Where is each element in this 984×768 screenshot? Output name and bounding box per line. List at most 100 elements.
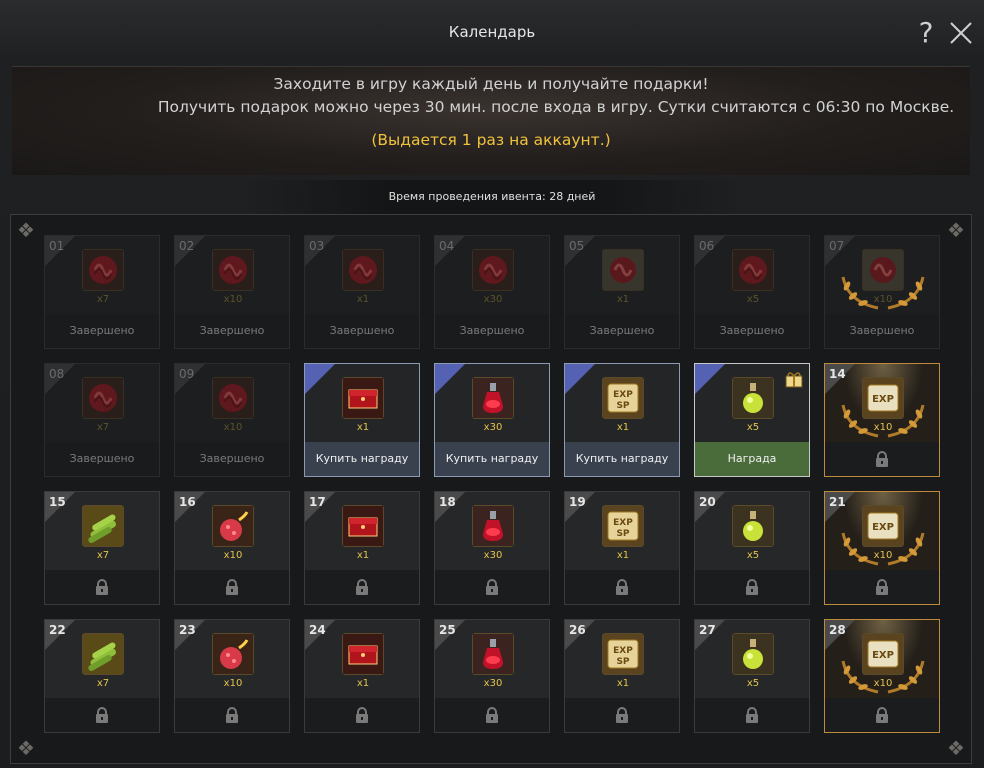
corner-marker bbox=[435, 364, 465, 394]
day-cell: 14 EXP x10 bbox=[824, 363, 940, 477]
buy-reward-button[interactable]: Купить награду bbox=[435, 442, 549, 476]
svg-text:SP: SP bbox=[616, 401, 629, 411]
exp-scroll-icon: EXP bbox=[862, 505, 904, 547]
item-quantity: x1 bbox=[356, 678, 370, 689]
corner-marker bbox=[695, 364, 725, 394]
red-fruit-icon bbox=[212, 505, 254, 547]
day-cell[interactable]: x1 Купить награду bbox=[304, 363, 420, 477]
status-completed: Завершено bbox=[45, 314, 159, 348]
locked-footer bbox=[825, 570, 939, 604]
close-button[interactable] bbox=[946, 18, 976, 48]
day-cell[interactable]: EXP SP x1 Купить награду bbox=[564, 363, 680, 477]
yellow-potion-icon bbox=[732, 505, 774, 547]
red-chest-icon bbox=[342, 505, 384, 547]
status-completed: Завершено bbox=[435, 314, 549, 348]
red-swirl-icon bbox=[472, 249, 514, 291]
item-quantity: x30 bbox=[483, 550, 503, 561]
day-cell: 03 x1 Завершено bbox=[304, 235, 420, 349]
day-cell[interactable]: x30 Купить награду bbox=[434, 363, 550, 477]
day-number: 01 bbox=[49, 239, 65, 253]
day-number: 24 bbox=[309, 623, 326, 637]
gift-icon bbox=[785, 372, 803, 388]
bamboo-icon bbox=[82, 633, 124, 675]
day-cell: 05 x1 Завершено bbox=[564, 235, 680, 349]
item-quantity: x5 bbox=[746, 550, 760, 561]
lock-icon bbox=[745, 707, 759, 723]
exp-sp-scroll-icon: EXP SP bbox=[602, 377, 644, 419]
svg-text:EXP: EXP bbox=[872, 522, 894, 533]
bamboo-icon bbox=[82, 505, 124, 547]
day-number: 06 bbox=[699, 239, 715, 253]
item-quantity: x1 bbox=[616, 294, 630, 305]
day-cell: 21 EXP x10 bbox=[824, 491, 940, 605]
window-title: Календарь bbox=[448, 23, 536, 41]
locked-footer bbox=[305, 570, 419, 604]
day-number: 02 bbox=[179, 239, 195, 253]
day-cell: 26 EXP SP x1 bbox=[564, 619, 680, 733]
lock-icon bbox=[875, 579, 889, 595]
day-cell: 22 x7 bbox=[44, 619, 160, 733]
status-completed: Завершено bbox=[175, 314, 289, 348]
exp-sp-scroll-icon: EXP SP bbox=[602, 505, 644, 547]
red-swirl-stone-icon bbox=[862, 249, 904, 291]
svg-text:SP: SP bbox=[616, 657, 629, 667]
item-quantity: x10 bbox=[873, 550, 893, 561]
day-number: 27 bbox=[699, 623, 716, 637]
red-chest-icon bbox=[342, 377, 384, 419]
day-number: 08 bbox=[49, 367, 65, 381]
day-number: 21 bbox=[829, 495, 846, 509]
day-number: 15 bbox=[49, 495, 66, 509]
red-swirl-icon bbox=[342, 249, 384, 291]
locked-footer bbox=[175, 698, 289, 732]
item-quantity: x7 bbox=[96, 422, 110, 433]
event-duration: Время проведения ивента: 28 дней bbox=[0, 180, 984, 214]
locked-footer bbox=[695, 698, 809, 732]
locked-footer bbox=[565, 698, 679, 732]
item-quantity: x10 bbox=[873, 294, 893, 305]
red-swirl-icon bbox=[212, 249, 254, 291]
item-quantity: x5 bbox=[746, 422, 760, 433]
day-number: 03 bbox=[309, 239, 325, 253]
day-number: 07 bbox=[829, 239, 845, 253]
red-potion-icon bbox=[472, 505, 514, 547]
lock-icon bbox=[875, 451, 889, 467]
exp-scroll-icon: EXP bbox=[862, 633, 904, 675]
lock-icon bbox=[225, 707, 239, 723]
locked-footer bbox=[305, 698, 419, 732]
lock-icon bbox=[745, 579, 759, 595]
item-quantity: x10 bbox=[223, 550, 243, 561]
item-quantity: x10 bbox=[873, 422, 893, 433]
svg-text:EXP: EXP bbox=[872, 650, 894, 661]
buy-reward-button[interactable]: Купить награду bbox=[305, 442, 419, 476]
svg-text:SP: SP bbox=[616, 529, 629, 539]
locked-footer bbox=[45, 698, 159, 732]
day-cell: 27 x5 bbox=[694, 619, 810, 733]
day-cell[interactable]: x5 Награда bbox=[694, 363, 810, 477]
locked-footer bbox=[825, 698, 939, 732]
claim-reward-button[interactable]: Награда bbox=[695, 442, 809, 476]
svg-text:EXP: EXP bbox=[613, 518, 633, 528]
locked-footer bbox=[435, 570, 549, 604]
banner-note: (Выдается 1 раз на аккаунт.) bbox=[371, 131, 611, 149]
locked-footer bbox=[45, 570, 159, 604]
locked-footer bbox=[825, 442, 939, 476]
lock-icon bbox=[615, 707, 629, 723]
red-potion-icon bbox=[472, 377, 514, 419]
buy-reward-button[interactable]: Купить награду bbox=[565, 442, 679, 476]
close-icon bbox=[950, 22, 972, 44]
item-quantity: x10 bbox=[873, 678, 893, 689]
item-quantity: x30 bbox=[483, 678, 503, 689]
lock-icon bbox=[875, 707, 889, 723]
day-number: 04 bbox=[439, 239, 455, 253]
exp-scroll-icon: EXP bbox=[862, 377, 904, 419]
day-cell: 19 EXP SP x1 bbox=[564, 491, 680, 605]
day-number: 16 bbox=[179, 495, 196, 509]
item-quantity: x7 bbox=[96, 294, 110, 305]
item-quantity: x1 bbox=[356, 550, 370, 561]
lock-icon bbox=[485, 579, 499, 595]
day-cell: 18 x30 bbox=[434, 491, 550, 605]
help-button[interactable]: ? bbox=[914, 16, 938, 50]
corner-marker bbox=[305, 364, 335, 394]
item-quantity: x10 bbox=[223, 678, 243, 689]
day-cell: 02 x10 Завершено bbox=[174, 235, 290, 349]
